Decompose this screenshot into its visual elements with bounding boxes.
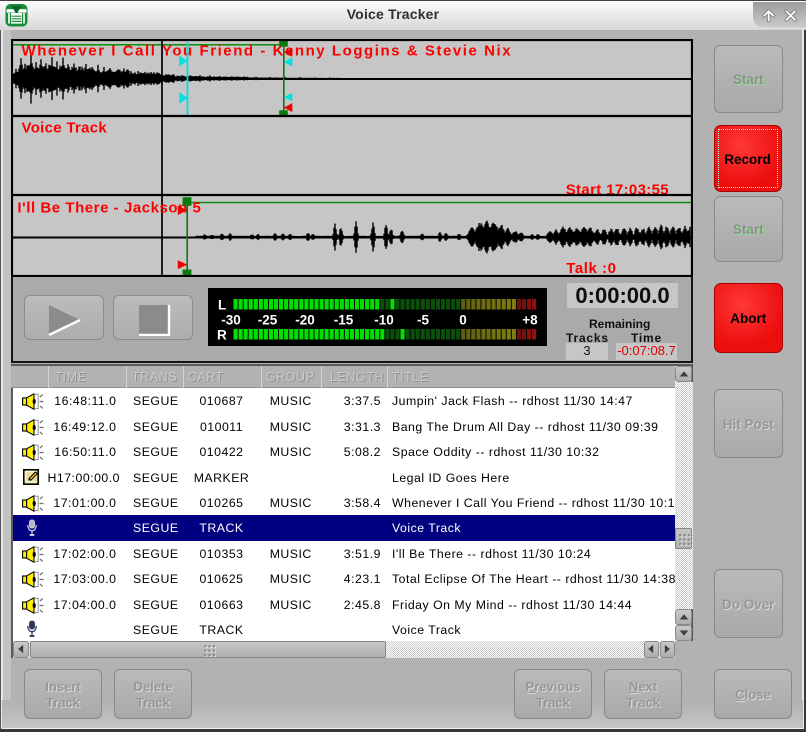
svg-text:-15: -15 xyxy=(334,313,354,328)
svg-text:-30: -30 xyxy=(221,313,241,328)
svg-text:I'll Be There - Jackson 5: I'll Be There - Jackson 5 xyxy=(17,199,201,216)
svg-text:-10: -10 xyxy=(374,313,394,328)
svg-text:0: 0 xyxy=(459,313,467,328)
svg-text:L: L xyxy=(218,298,226,313)
svg-text:-25: -25 xyxy=(258,313,278,328)
svg-text:Talk :0: Talk :0 xyxy=(566,260,616,277)
svg-text:R: R xyxy=(217,328,227,343)
svg-text:-20: -20 xyxy=(295,313,315,328)
svg-text:+8: +8 xyxy=(522,313,538,328)
svg-text:Voice Track: Voice Track xyxy=(22,120,108,137)
svg-text:-5: -5 xyxy=(417,313,429,328)
svg-text:Whenever I Call You Friend - K: Whenever I Call You Friend - Kenny Loggi… xyxy=(22,43,513,60)
